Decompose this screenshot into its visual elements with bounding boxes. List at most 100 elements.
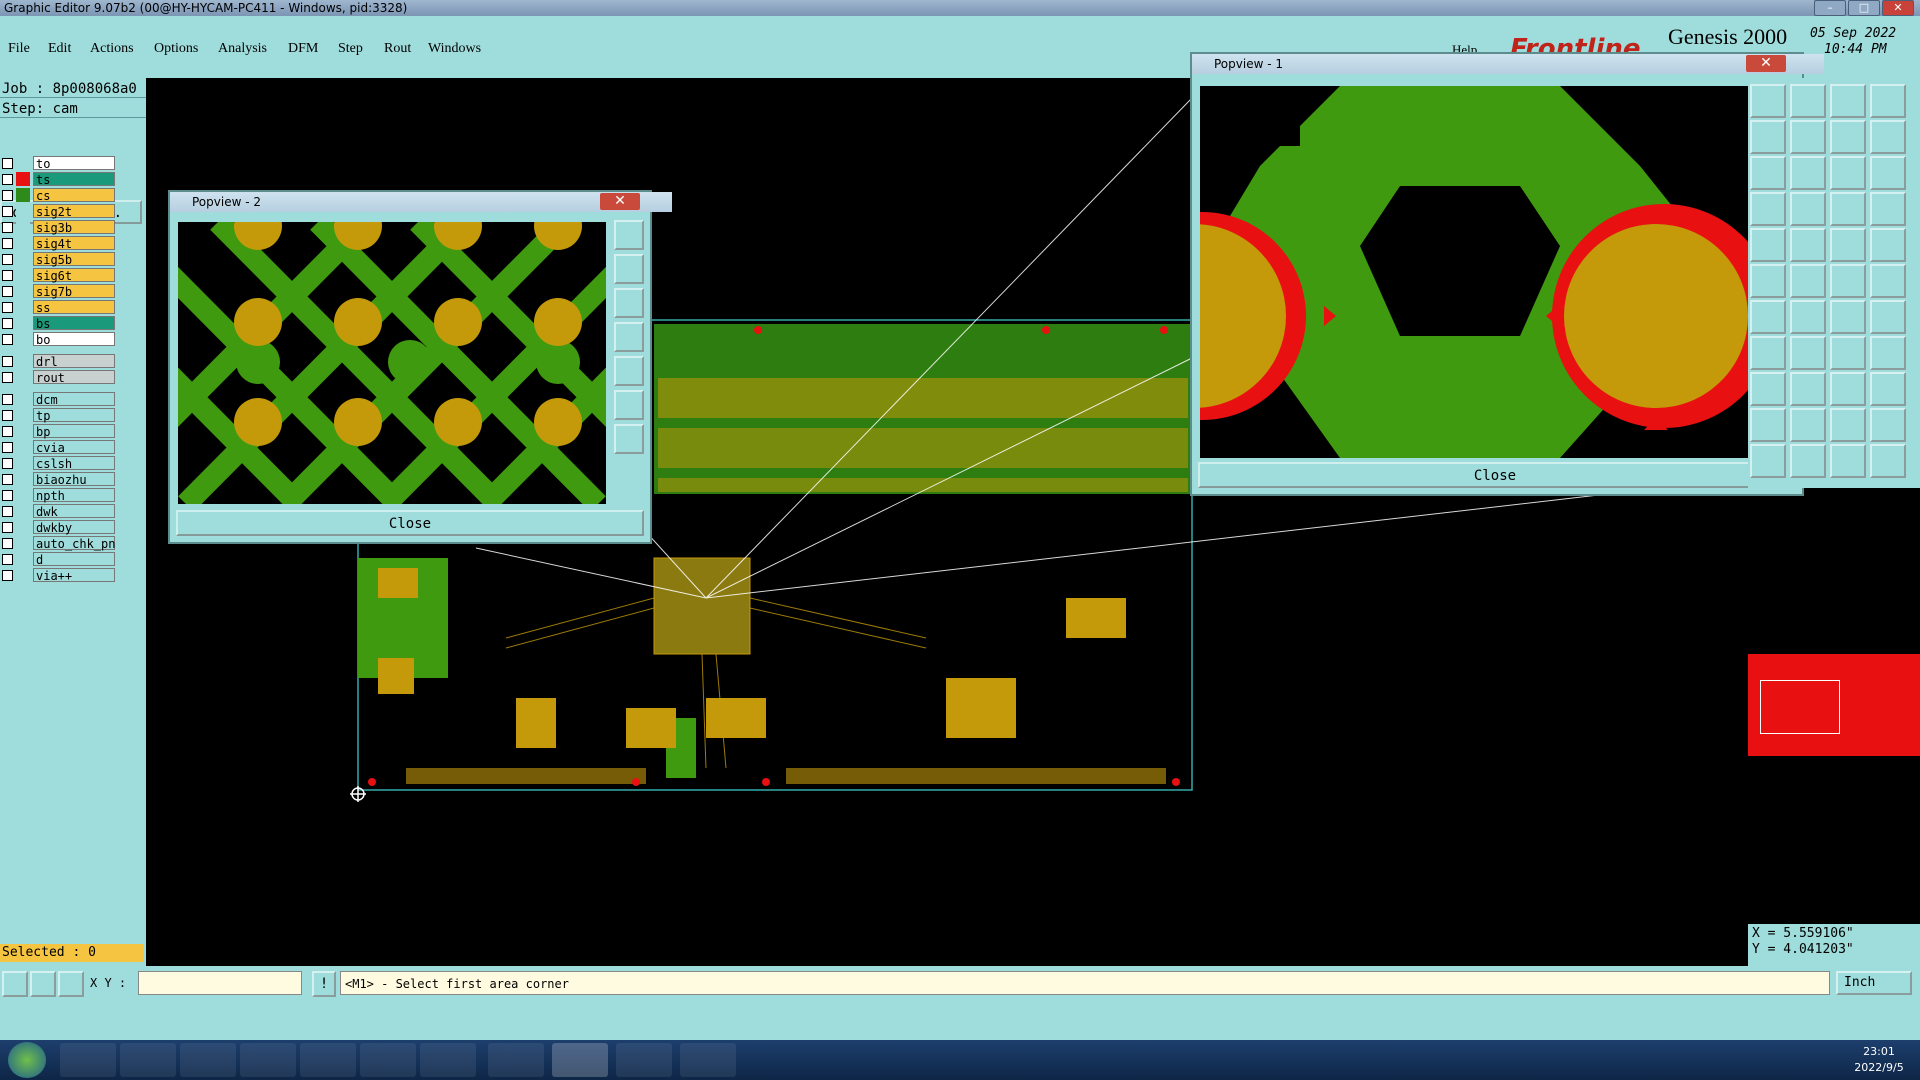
taskbar-app-3[interactable] — [300, 1043, 356, 1077]
layer-row-dcm[interactable]: dcm — [0, 392, 118, 408]
layer-row-bo[interactable]: bo — [0, 332, 118, 348]
menu-options[interactable]: Options — [154, 41, 198, 57]
layer-checkbox[interactable] — [2, 302, 13, 313]
tool-button-18[interactable] — [1790, 228, 1826, 262]
layer-row-sig2t[interactable]: sig2t — [0, 204, 118, 220]
menu-dfm[interactable]: DFM — [288, 41, 318, 57]
layer-name[interactable]: dcm — [33, 392, 115, 407]
layer-checkbox[interactable] — [2, 426, 13, 437]
menu-rout[interactable]: Rout — [384, 41, 411, 57]
layer-name[interactable]: d — [33, 552, 115, 567]
layer-name[interactable]: sig6t — [33, 268, 115, 283]
taskbar-app-2[interactable] — [240, 1043, 296, 1077]
system-clock[interactable]: 23:01 2022/9/5 — [1842, 1044, 1916, 1076]
layer-checkbox[interactable] — [2, 254, 13, 265]
layer-checkbox[interactable] — [2, 490, 13, 501]
layer-row-sig4t[interactable]: sig4t — [0, 236, 118, 252]
tool-button-43[interactable] — [1830, 444, 1866, 478]
tool-button-3[interactable] — [1830, 84, 1866, 118]
tool-button-4[interactable] — [1870, 84, 1906, 118]
tool-button-23[interactable] — [1830, 264, 1866, 298]
tool-button-19[interactable] — [1830, 228, 1866, 262]
menu-file[interactable]: File — [8, 41, 30, 57]
tool-button-6[interactable] — [1790, 120, 1826, 154]
layer-color-swatch[interactable] — [16, 332, 30, 346]
tool-button-25[interactable] — [1750, 300, 1786, 334]
layer-row-sig6t[interactable]: sig6t — [0, 268, 118, 284]
layer-row-to[interactable]: to — [0, 156, 118, 172]
layer-color-swatch[interactable] — [16, 354, 30, 368]
grid-tool[interactable] — [58, 971, 84, 997]
maximize-button[interactable]: □ — [1848, 0, 1880, 16]
tool-button-17[interactable] — [1750, 228, 1786, 262]
overview-navigator[interactable] — [1748, 654, 1920, 756]
unit-selector[interactable]: Inch — [1836, 971, 1912, 995]
menu-actions[interactable]: Actions — [90, 41, 134, 57]
popview-2-canvas[interactable] — [178, 222, 606, 504]
tool-button-1[interactable] — [1750, 84, 1786, 118]
menu-windows[interactable]: Windows — [428, 41, 481, 57]
layer-name[interactable]: bs — [33, 316, 115, 331]
taskbar-app-1[interactable] — [180, 1043, 236, 1077]
layer-color-swatch[interactable] — [16, 284, 30, 298]
layer-checkbox[interactable] — [2, 318, 13, 329]
tool-button-39[interactable] — [1830, 408, 1866, 442]
layer-color-swatch[interactable] — [16, 520, 30, 534]
layer-checkbox[interactable] — [2, 522, 13, 533]
layer-name[interactable]: tp — [33, 408, 115, 423]
layer-checkbox[interactable] — [2, 506, 13, 517]
layer-color-swatch[interactable] — [16, 456, 30, 470]
layer-checkbox[interactable] — [2, 222, 13, 233]
layer-checkbox[interactable] — [2, 356, 13, 367]
layer-row-dwkby[interactable]: dwkby — [0, 520, 118, 536]
menu-edit[interactable]: Edit — [48, 41, 71, 57]
layer-color-swatch[interactable] — [16, 188, 30, 202]
tool-button-22[interactable] — [1790, 264, 1826, 298]
layer-name[interactable]: sig4t — [33, 236, 115, 251]
popview-2-close-button[interactable]: Close — [176, 510, 644, 536]
layer-color-swatch[interactable] — [16, 488, 30, 502]
layer-row-cslsh[interactable]: cslsh — [0, 456, 118, 472]
zoom-in-tool[interactable] — [614, 390, 644, 420]
tool-button-24[interactable] — [1870, 264, 1906, 298]
tool-button-2[interactable] — [1790, 84, 1826, 118]
layer-color-swatch[interactable] — [16, 204, 30, 218]
tool-button-26[interactable] — [1790, 300, 1826, 334]
layer-row-auto-chk-pn[interactable]: auto_chk_pn — [0, 536, 118, 552]
layer-color-swatch[interactable] — [16, 552, 30, 566]
xy-input[interactable] — [138, 971, 302, 995]
menu-step[interactable]: Step — [338, 41, 363, 57]
measure-tool[interactable] — [30, 971, 56, 997]
layer-checkbox[interactable] — [2, 372, 13, 383]
layer-name[interactable]: sig7b — [33, 284, 115, 299]
layer-color-swatch[interactable] — [16, 172, 30, 186]
layer-name[interactable]: bo — [33, 332, 115, 347]
layer-row-tp[interactable]: tp — [0, 408, 118, 424]
layer-checkbox[interactable] — [2, 458, 13, 469]
layer-row-sig7b[interactable]: sig7b — [0, 284, 118, 300]
layer-checkbox[interactable] — [2, 190, 13, 201]
tool-button-14[interactable] — [1790, 192, 1826, 226]
tool-button-28[interactable] — [1870, 300, 1906, 334]
pan-left-tool[interactable] — [614, 322, 644, 352]
pan-up-tool[interactable] — [614, 254, 644, 284]
layer-row-cvia[interactable]: cvia — [0, 440, 118, 456]
tool-button-37[interactable] — [1750, 408, 1786, 442]
alert-button[interactable]: ! — [312, 971, 336, 997]
popview-1-close-button[interactable]: Close — [1198, 462, 1792, 488]
pan-right-tool[interactable] — [614, 356, 644, 386]
layer-row-ss[interactable]: ss — [0, 300, 118, 316]
layer-checkbox[interactable] — [2, 238, 13, 249]
layer-color-swatch[interactable] — [16, 316, 30, 330]
tool-button-31[interactable] — [1830, 336, 1866, 370]
popview-2-close-x[interactable]: ✕ — [600, 193, 640, 210]
layer-name[interactable]: sig3b — [33, 220, 115, 235]
tool-button-38[interactable] — [1790, 408, 1826, 442]
taskbar-app-genesis[interactable] — [552, 1043, 608, 1077]
layer-color-swatch[interactable] — [16, 156, 30, 170]
layer-name[interactable]: sig2t — [33, 204, 115, 219]
popview-1-close-x[interactable]: ✕ — [1746, 55, 1786, 72]
layer-color-swatch[interactable] — [16, 424, 30, 438]
pan-down-tool[interactable] — [614, 288, 644, 318]
layer-checkbox[interactable] — [2, 474, 13, 485]
